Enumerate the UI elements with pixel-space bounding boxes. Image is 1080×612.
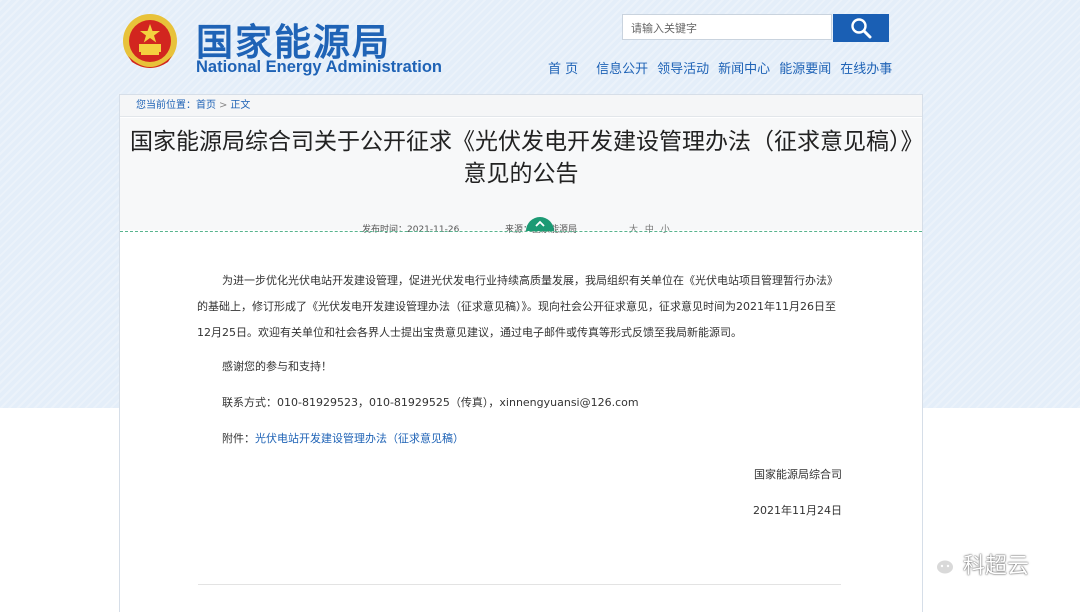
nav-item-leaders[interactable]: 领导活动 xyxy=(657,58,709,77)
contact-info: 联系方式：010-81929523，010-81929525（传真），xinne… xyxy=(222,396,639,409)
title-area: 国家能源局综合司关于公开征求《光伏发电开发建设管理办法（征求意见稿）》意见的公告… xyxy=(120,118,922,235)
breadcrumb-current: 正文 xyxy=(230,100,251,111)
font-size-switch[interactable]: 大 中 小 xyxy=(629,222,672,235)
chevron-up-icon xyxy=(535,220,545,227)
bottom-divider xyxy=(198,584,841,585)
main-nav: 首 页 信息公开 领导活动 新闻中心 能源要闻 在线办事 xyxy=(548,58,901,77)
attachment-label: 附件： xyxy=(222,432,255,445)
watermark: 科超云 xyxy=(923,548,1029,580)
nav-item-online-service[interactable]: 在线办事 xyxy=(840,58,892,77)
breadcrumb: 您当前位置：首页 > 正文 xyxy=(120,95,922,117)
watermark-text: 科超云 xyxy=(963,554,1030,579)
breadcrumb-separator: > xyxy=(219,100,228,111)
nav-item-info[interactable]: 信息公开 xyxy=(596,58,648,77)
nav-item-news[interactable]: 新闻中心 xyxy=(718,58,770,77)
article-card: 您当前位置：首页 > 正文 国家能源局综合司关于公开征求《光伏发电开发建设管理办法（… xyxy=(119,94,923,612)
article-paragraph: 为进一步优化光伏电站开发建设管理，促进光伏发电行业持续高质量发展，我局组织有关单… xyxy=(197,274,838,339)
signature-date: 2021年11月24日 xyxy=(753,504,842,517)
search-button[interactable] xyxy=(833,14,889,42)
nav-item-home[interactable]: 首 页 xyxy=(548,58,578,77)
search-input[interactable]: 请输入关键字 xyxy=(622,14,832,40)
breadcrumb-prefix: 您当前位置： xyxy=(136,100,196,111)
national-emblem-icon[interactable] xyxy=(120,12,180,74)
search-icon xyxy=(851,18,872,39)
article-title: 国家能源局综合司关于公开征求《光伏发电开发建设管理办法（征求意见稿）》意见的公告 xyxy=(130,129,912,187)
article-body: 为进一步优化光伏电站开发建设管理，促进光伏发电行业持续高质量发展，我局组织有关单… xyxy=(197,268,842,524)
breadcrumb-home[interactable]: 首页 xyxy=(196,100,216,111)
thanks-text: 感谢您的参与和支持！ xyxy=(222,360,332,373)
publish-date: 发布时间：2021-11-26 xyxy=(362,225,460,235)
attachment-line: 附件：光伏电站开发建设管理办法（征求意见稿） xyxy=(197,426,842,452)
wechat-icon xyxy=(924,551,955,576)
title-divider xyxy=(120,231,922,232)
nav-item-energy-news[interactable]: 能源要闻 xyxy=(779,58,831,77)
site-title-en[interactable]: National Energy Administration xyxy=(196,58,442,77)
attachment-link[interactable]: 光伏电站开发建设管理办法（征求意见稿） xyxy=(255,432,464,445)
signature: 国家能源局综合司 xyxy=(754,468,842,481)
